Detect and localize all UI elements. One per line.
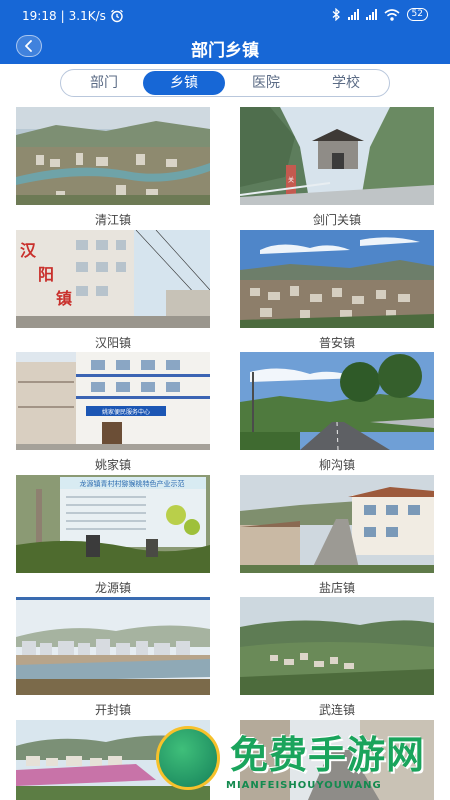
status-time: 19:18 [22,9,57,23]
tab-hospitals[interactable]: 医院 [225,71,307,95]
town-card-hanyang[interactable]: 汉阳镇 汉阳镇 [16,230,210,350]
town-name: 汉阳镇 [94,336,131,350]
town-name: 武连镇 [318,703,355,717]
battery-indicator: 52 [406,8,428,21]
town-photo: 汉阳镇 [16,230,210,328]
town-photo [240,475,434,573]
town-name: 姚家镇 [94,458,131,472]
site-watermark: 免费手游网 MIANFEISHOUYOUWANG [152,722,450,800]
watermark-logo [156,726,220,790]
town-photo: 姚家便民服务中心 [16,352,210,450]
town-name: 盐店镇 [318,581,355,595]
town-name: 龙源镇 [94,581,131,595]
town-name: 开封镇 [94,703,131,717]
town-card-yaojia[interactable]: 姚家便民服务中心 姚家镇 [16,352,210,472]
tab-departments[interactable]: 部门 [63,71,145,95]
town-name: 清江镇 [94,213,131,227]
town-card-qingjiang[interactable]: 清江镇 [16,107,210,227]
town-name: 剑门关镇 [312,213,361,227]
town-photo: 龙源镇青村村猕猴桃特色产业示范 [16,475,210,573]
town-card-puan[interactable]: 普安镇 [240,230,434,350]
service-center-sign: 姚家便民服务中心 [102,408,150,416]
town-card-liugou[interactable]: 柳沟镇 [240,352,434,472]
gate-sign-text: 关 [288,176,294,184]
town-card-wulian[interactable]: 武连镇 [240,597,434,717]
banner-text: 龙源镇青村村猕猴桃特色产业示范 [80,479,185,488]
wifi-icon [384,8,400,21]
watermark-title: 免费手游网 [230,732,426,777]
svg-text:阳: 阳 [38,265,54,284]
town-name: 普安镇 [318,336,355,350]
town-card-yandian[interactable]: 盐店镇 [240,475,434,595]
town-photo [240,352,434,450]
tab-towns[interactable]: 乡镇 [143,71,225,95]
town-photo: 关 [240,107,434,205]
alarm-icon [110,9,123,23]
category-tabs: 部门 乡镇 医院 学校 [60,69,390,97]
town-card-longyuan[interactable]: 龙源镇青村村猕猴桃特色产业示范 龙源镇 [16,475,210,595]
status-separator: | [60,9,65,23]
bluetooth-icon [332,8,340,21]
town-photo [16,597,210,695]
town-photo [16,107,210,205]
town-photo [240,230,434,328]
status-bar: 19:18 | 3.1K/s 52 [0,0,450,32]
town-photo [240,597,434,695]
town-card-jianmenguan[interactable]: 关 剑门关镇 [240,107,434,227]
town-card-kaifeng[interactable]: 开封镇 [16,597,210,717]
town-name: 柳沟镇 [318,458,355,472]
svg-text:镇: 镇 [56,289,72,308]
tab-schools[interactable]: 学校 [305,71,387,95]
svg-text:汉: 汉 [20,241,37,260]
signal-icon [347,9,359,20]
page-title: 部门乡镇 [191,41,259,61]
watermark-subtitle: MIANFEISHOUYOUWANG [226,780,382,791]
status-speed: 3.1K/s [68,9,106,23]
signal-icon-2 [365,9,377,20]
